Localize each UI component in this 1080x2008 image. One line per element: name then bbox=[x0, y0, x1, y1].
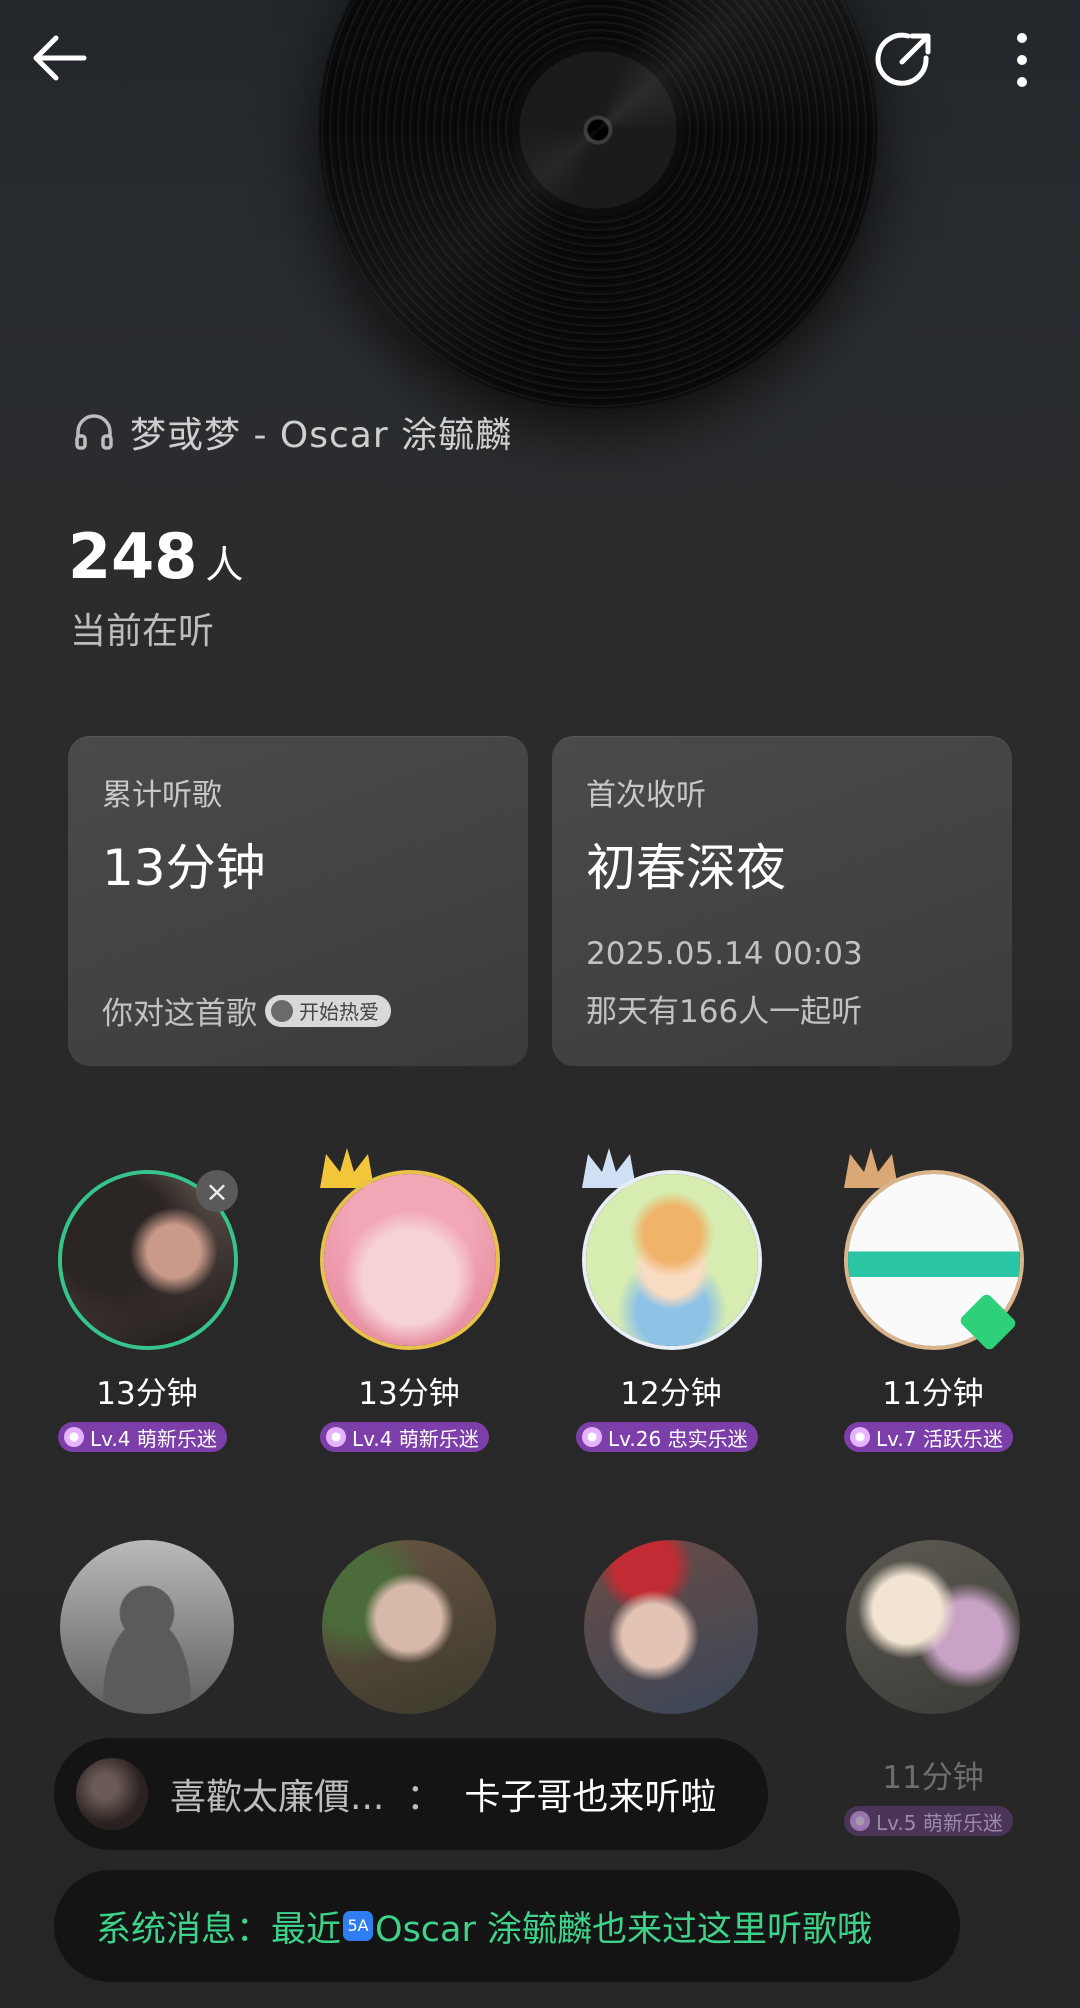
card-foot-text: 你对这首歌 bbox=[102, 996, 257, 1032]
listen-time: 12分钟 bbox=[620, 1376, 722, 1412]
chat-text: 卡子哥也来听啦 bbox=[464, 1777, 717, 1818]
card-value: 13分钟 bbox=[102, 839, 266, 897]
listener-item[interactable]: × 13分钟 Lv.4 萌新乐迷 bbox=[42, 1164, 252, 1464]
back-button[interactable] bbox=[28, 28, 92, 88]
star-icon bbox=[850, 1427, 870, 1447]
first-listen-card[interactable]: 首次收听 初春深夜 2025.05.14 00:03 那天有166人一起听 bbox=[552, 736, 1012, 1066]
vinyl-shine bbox=[318, 0, 878, 410]
listener-item[interactable]: 11分钟 Lv.7 活跃乐迷 bbox=[828, 1140, 1038, 1464]
star-icon bbox=[582, 1427, 602, 1447]
card-foot: 你对这首歌 开始热爱 bbox=[102, 988, 391, 1033]
star-icon bbox=[850, 1811, 870, 1831]
listener-item[interactable]: 11分钟 Lv.5 萌新乐迷 bbox=[828, 1534, 1038, 1854]
avatar bbox=[582, 1170, 762, 1350]
card-foot: 那天有166人一起听 bbox=[586, 994, 863, 1030]
level-badge: Lv.4 萌新乐迷 bbox=[320, 1422, 489, 1452]
card-value: 初春深夜 bbox=[586, 839, 786, 897]
pill-label: 开始热爱 bbox=[299, 1000, 379, 1024]
level-badge: Lv.7 活跃乐迷 bbox=[844, 1422, 1013, 1452]
listener-item[interactable] bbox=[566, 1534, 776, 1724]
chat-sender: 喜歡太廉價... bbox=[170, 1777, 385, 1818]
level-badge: Lv.26 忠实乐迷 bbox=[576, 1422, 758, 1452]
song-title: 梦或梦 - Oscar 涂毓麟 bbox=[130, 415, 513, 456]
share-icon bbox=[875, 32, 931, 86]
card-label: 首次收听 bbox=[586, 778, 706, 813]
level-label: Lv.4 萌新乐迷 bbox=[90, 1426, 217, 1451]
headphones-icon bbox=[75, 414, 113, 450]
level-label: Lv.4 萌新乐迷 bbox=[352, 1426, 479, 1451]
card-date: 2025.05.14 00:03 bbox=[586, 936, 863, 972]
level-label: Lv.5 萌新乐迷 bbox=[876, 1810, 1003, 1835]
listener-item[interactable] bbox=[304, 1534, 514, 1724]
star-icon bbox=[326, 1427, 346, 1447]
song-info[interactable]: 梦或梦 - Oscar 涂毓麟 bbox=[72, 404, 512, 460]
arrow-left-icon bbox=[33, 35, 87, 81]
chat-message[interactable]: 喜歡太廉價... ： 卡子哥也来听啦 bbox=[54, 1738, 768, 1850]
listen-time: 13分钟 bbox=[96, 1376, 198, 1412]
share-button[interactable] bbox=[872, 28, 936, 92]
avatar bbox=[584, 1540, 758, 1714]
system-prefix: 系统消息：最近 bbox=[96, 1909, 342, 1950]
total-listen-card[interactable]: 累计听歌 13分钟 你对这首歌 开始热爱 bbox=[68, 736, 528, 1066]
listen-time: 11分钟 bbox=[882, 1760, 984, 1796]
listener-count-unit: 人 bbox=[205, 543, 244, 587]
level-badge: Lv.4 萌新乐迷 bbox=[58, 1422, 227, 1452]
avatar bbox=[322, 1540, 496, 1714]
system-text: Oscar 涂毓麟也来过这里听歌哦 bbox=[375, 1909, 873, 1950]
remove-icon[interactable]: × bbox=[196, 1170, 238, 1212]
listen-time: 11分钟 bbox=[882, 1376, 984, 1412]
listener-count-label: 当前在听 bbox=[70, 611, 215, 652]
avatar bbox=[76, 1758, 148, 1830]
avatar bbox=[320, 1170, 500, 1350]
avatar bbox=[60, 1540, 234, 1714]
more-vertical-icon bbox=[1017, 33, 1027, 87]
listener-item[interactable] bbox=[42, 1534, 252, 1724]
listen-time: 13分钟 bbox=[358, 1376, 460, 1412]
chat-separator: ： bbox=[406, 1777, 443, 1818]
card-label: 累计听歌 bbox=[102, 778, 222, 813]
level-badge: Lv.5 萌新乐迷 bbox=[844, 1806, 1013, 1836]
system-message[interactable]: 系统消息：最近 5A Oscar 涂毓麟也来过这里听歌哦 bbox=[54, 1870, 960, 1982]
listener-count: 248 人 bbox=[68, 520, 243, 593]
artist-badge-icon: 5A bbox=[343, 1911, 374, 1941]
avatar bbox=[846, 1540, 1020, 1714]
listener-item[interactable]: 13分钟 Lv.4 萌新乐迷 bbox=[304, 1140, 514, 1464]
listener-item[interactable]: 12分钟 Lv.26 忠实乐迷 bbox=[566, 1140, 776, 1464]
listener-count-number: 248 bbox=[68, 520, 198, 593]
more-button[interactable] bbox=[1000, 28, 1044, 92]
level-label: Lv.7 活跃乐迷 bbox=[876, 1426, 1003, 1451]
flame-icon bbox=[271, 999, 293, 1022]
star-icon bbox=[64, 1427, 84, 1447]
level-label: Lv.26 忠实乐迷 bbox=[608, 1426, 748, 1451]
love-status-pill: 开始热爱 bbox=[265, 994, 391, 1027]
